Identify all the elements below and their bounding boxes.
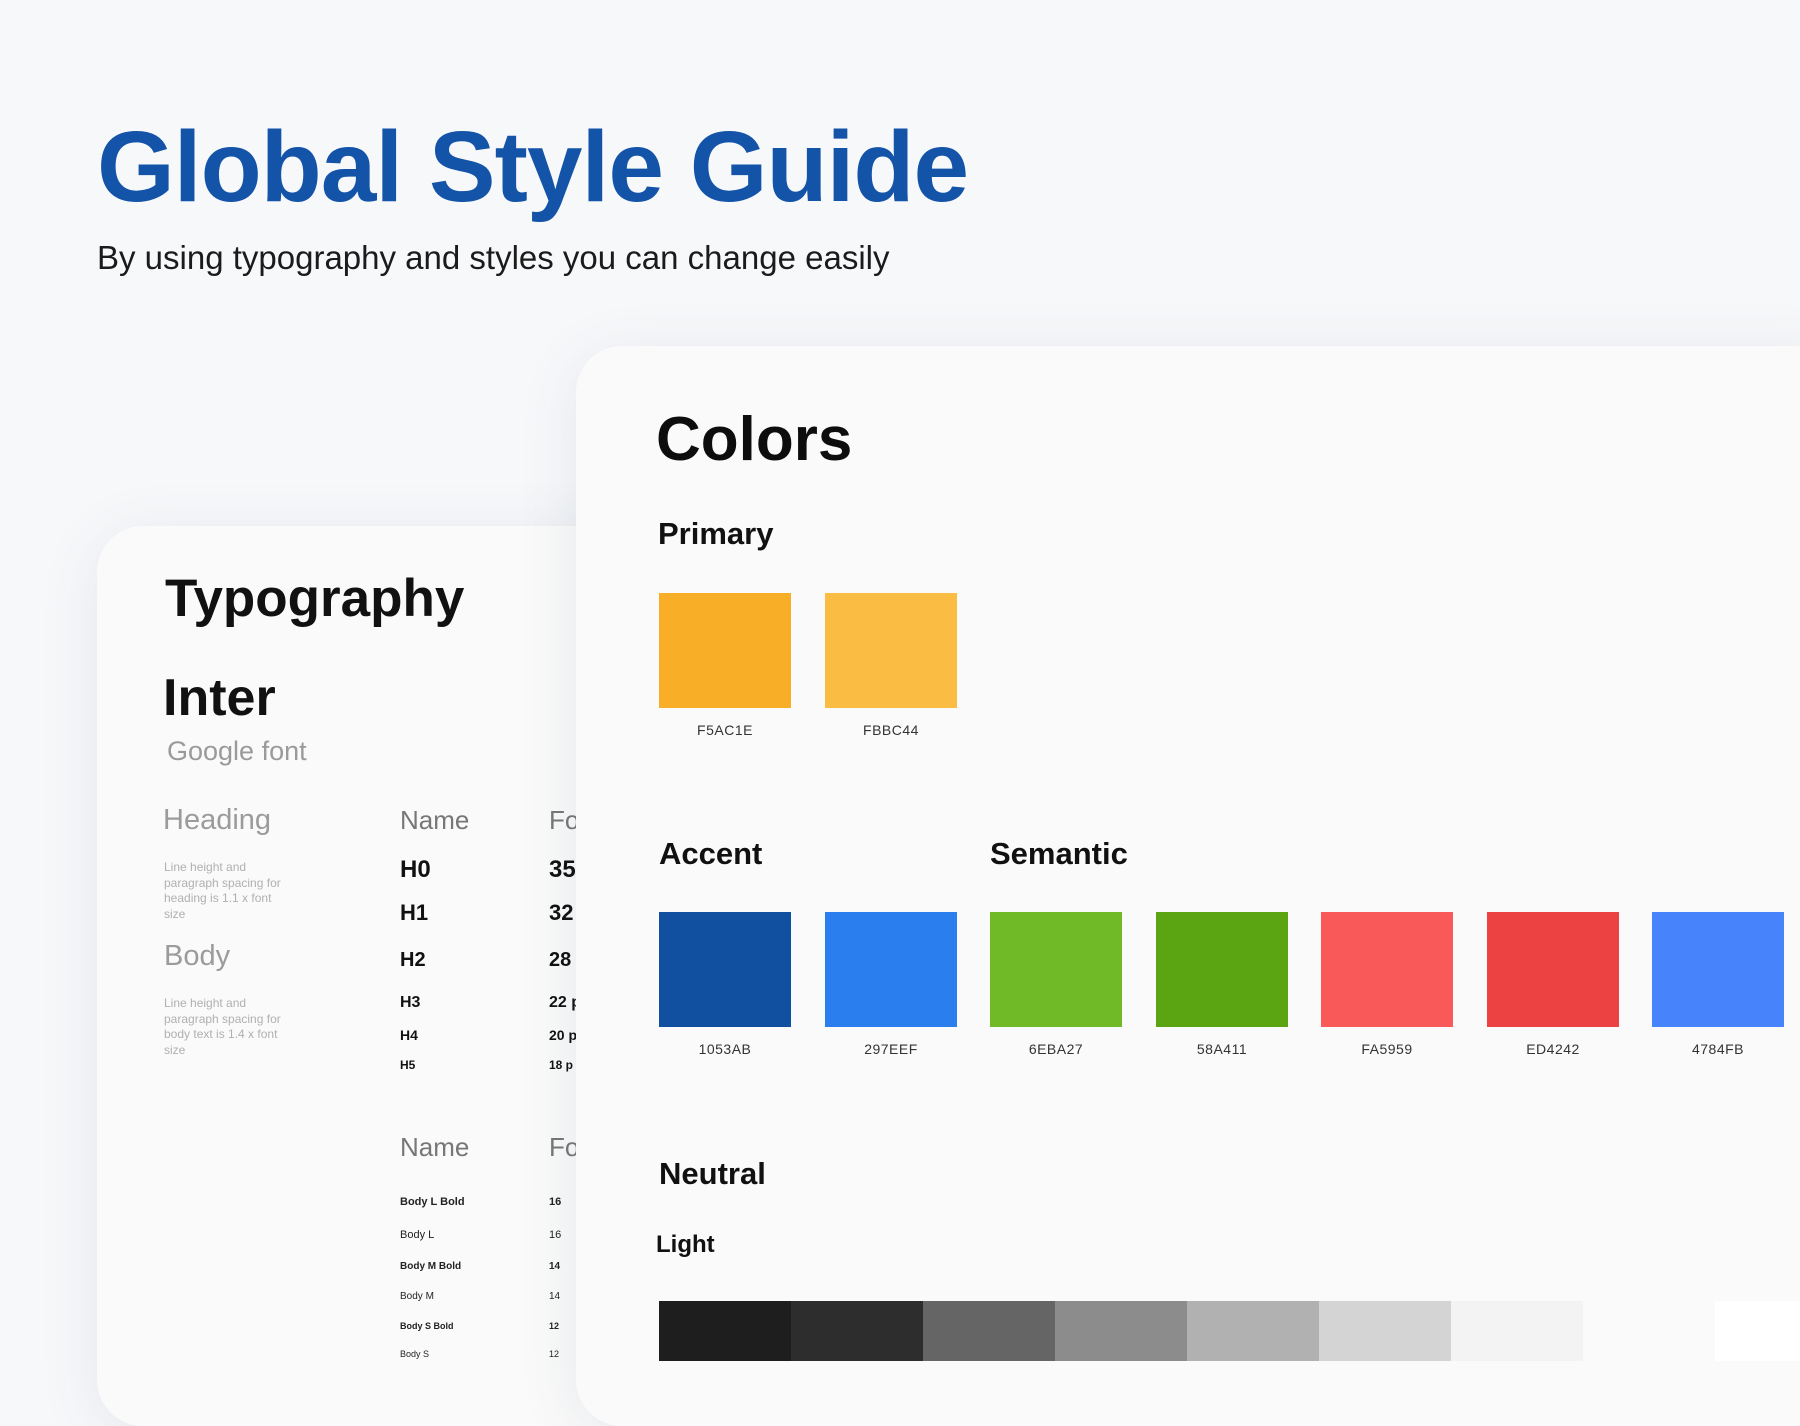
heading-row-name: H1 (400, 900, 429, 925)
heading-row-size: 28 (549, 949, 572, 971)
heading-section-label: Heading (163, 804, 272, 836)
body-row-size: 14 (549, 1291, 561, 1302)
color-swatch[interactable] (990, 912, 1122, 1027)
color-hex-label: F5AC1E (697, 722, 753, 738)
color-hex-label: 58A411 (1196, 1041, 1248, 1057)
color-swatch[interactable] (825, 593, 957, 708)
neutral-swatch[interactable] (1583, 1301, 1715, 1361)
body-row-name: Body S Bold (400, 1321, 454, 1331)
neutral-swatch[interactable] (1187, 1301, 1319, 1361)
neutral-swatch[interactable] (1715, 1301, 1800, 1361)
heading-row-name: H5 (400, 1058, 416, 1072)
accent-label: Accent (659, 836, 763, 871)
color-swatch[interactable] (659, 593, 791, 708)
body-row-name: Body S (400, 1349, 430, 1359)
heading-row-name: H2 (400, 949, 426, 971)
neutral-light-label: Light (656, 1231, 715, 1258)
body-row-name: Body L (400, 1229, 435, 1241)
heading-col-name: Name (400, 805, 470, 835)
body-row-size: 16 (549, 1196, 562, 1208)
body-row-name: Body M (400, 1291, 434, 1302)
body-col-size: Fo (549, 1132, 580, 1162)
colors-card: Colors Primary F5AC1E FBBC44 Accent Sema… (576, 346, 1800, 1426)
color-hex-label: 6EBA27 (1028, 1041, 1084, 1057)
body-row-size: 16 (549, 1229, 562, 1241)
color-swatch[interactable] (659, 912, 791, 1027)
color-swatch[interactable] (1156, 912, 1288, 1027)
body-row-size: 14 (549, 1261, 561, 1272)
color-hex-label: 297EEF (864, 1041, 918, 1057)
heading-col-size: Fo (549, 805, 580, 835)
color-swatch[interactable] (825, 912, 957, 1027)
body-section-label: Body (164, 940, 231, 972)
semantic-label: Semantic (990, 836, 1128, 871)
font-name: Inter (163, 669, 276, 727)
color-swatch[interactable] (1652, 912, 1784, 1027)
heading-row-name: H3 (400, 994, 421, 1011)
page-subtitle: By using typography and styles you can c… (97, 239, 890, 276)
font-source: Google font (167, 736, 307, 766)
heading-section-note: Line height and paragraph spacing for he… (164, 860, 281, 921)
heading-row-size: 20 p (549, 1027, 578, 1043)
neutral-swatch[interactable] (923, 1301, 1055, 1361)
color-hex-label: 4784FB (1691, 1041, 1745, 1057)
neutral-swatch[interactable] (1055, 1301, 1187, 1361)
heading-row-size: 32 (549, 900, 574, 925)
primary-label: Primary (658, 516, 774, 551)
body-section-note: Line height and paragraph spacing for bo… (164, 996, 281, 1057)
neutral-swatch[interactable] (791, 1301, 923, 1361)
colors-title: Colors (656, 405, 853, 474)
neutral-swatch[interactable] (659, 1301, 791, 1361)
color-hex-label: ED4242 (1526, 1041, 1580, 1057)
body-row-size: 12 (549, 1349, 560, 1359)
neutral-label: Neutral (659, 1156, 766, 1191)
body-row-size: 12 (549, 1321, 560, 1331)
heading-row-name: H0 (400, 856, 431, 883)
color-hex-label: 1053AB (698, 1041, 752, 1057)
color-swatch[interactable] (1321, 912, 1453, 1027)
body-row-name: Body M Bold (400, 1261, 462, 1272)
body-row-name: Body L Bold (400, 1196, 465, 1208)
typography-title: Typography (165, 569, 465, 628)
neutral-swatch[interactable] (1319, 1301, 1451, 1361)
heading-row-name: H4 (400, 1027, 418, 1043)
neutral-swatch[interactable] (1451, 1301, 1583, 1361)
page-title: Global Style Guide (97, 111, 969, 223)
heading-row-size: 18 p (549, 1058, 574, 1072)
heading-row-size: 35 (549, 856, 576, 883)
color-hex-label: FBBC44 (863, 722, 919, 738)
color-hex-label: FA5959 (1361, 1041, 1413, 1057)
body-col-name: Name (400, 1132, 470, 1162)
color-swatch[interactable] (1487, 912, 1619, 1027)
